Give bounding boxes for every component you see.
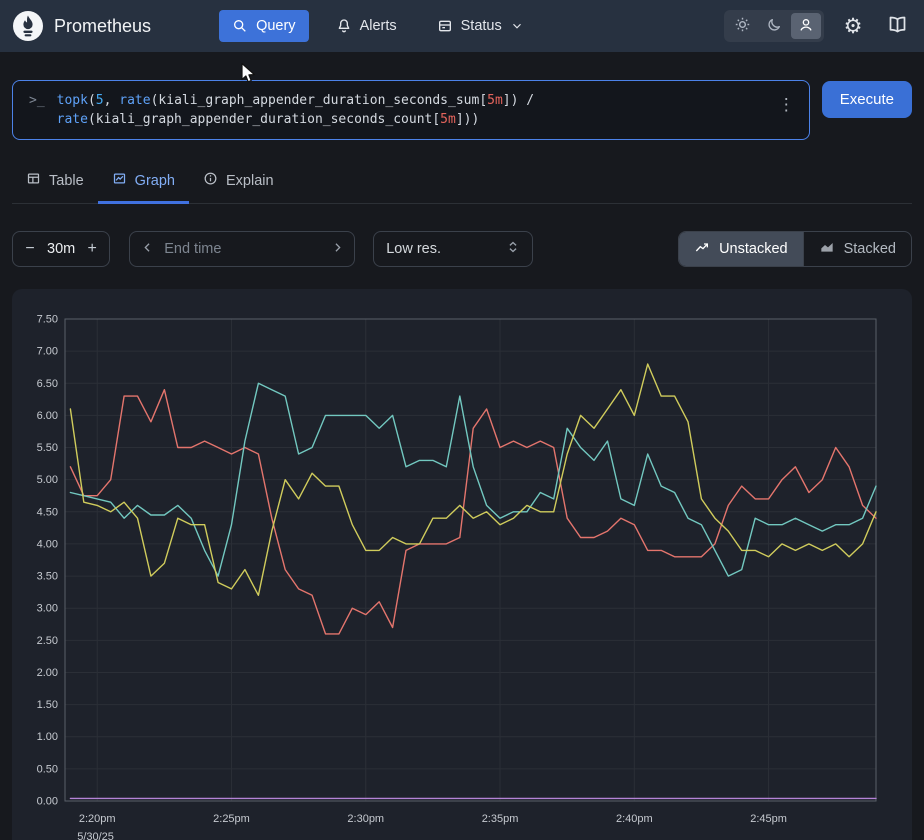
time-forward-button[interactable] [320,233,354,265]
info-icon [203,171,218,190]
graph-panel: 0.00 0.50 1.00 1.50 2.00 2.50 3.00 3.50 4.00 4.50… [12,289,912,840]
dark-theme-button[interactable] [759,13,789,39]
unstacked-label: Unstacked [719,241,788,257]
light-theme-button[interactable] [727,13,757,39]
unstacked-button[interactable]: Unstacked [679,232,803,266]
stacked-area-icon [819,239,835,259]
nav-status-button[interactable]: Status [424,10,537,42]
svg-text:7.50: 7.50 [37,314,58,326]
tab-graph-label: Graph [135,173,175,189]
search-icon [232,18,248,34]
graph-icon [112,171,127,190]
theme-toggle [724,10,824,42]
range-increase-button[interactable]: + [79,233,105,265]
prometheus-logo[interactable] [12,10,44,42]
resolution-value: Low res. [386,241,441,257]
svg-text:7.00: 7.00 [37,346,58,358]
svg-text:4.50: 4.50 [37,506,58,518]
gear-icon: ⚙ [844,16,863,37]
svg-text:3.00: 3.00 [37,603,58,615]
time-back-button[interactable] [130,233,164,265]
navbar-right: ⚙ [724,10,912,42]
svg-text:2.50: 2.50 [37,635,58,647]
nav-alerts-button[interactable]: Alerts [323,10,410,42]
execute-button[interactable]: Execute [822,81,912,118]
svg-text:2:35pm: 2:35pm [482,813,519,825]
svg-text:5.00: 5.00 [37,474,58,486]
select-chevrons-icon [506,240,520,258]
svg-text:0.50: 0.50 [37,763,58,775]
tab-table[interactable]: Table [12,162,98,204]
tab-explain[interactable]: Explain [189,162,288,204]
end-time-input[interactable] [164,241,320,257]
svg-text:2:40pm: 2:40pm [616,813,653,825]
graph-controls: − 30m + Low res. Unstacked [12,231,912,267]
system-theme-button[interactable] [791,13,821,39]
nav-query-button[interactable]: Query [219,10,309,42]
svg-text:2:25pm: 2:25pm [213,813,250,825]
svg-text:2:30pm: 2:30pm [347,813,384,825]
tab-graph[interactable]: Graph [98,162,189,204]
sun-icon [734,16,751,36]
stacking-toggle: Unstacked Stacked [678,231,912,267]
tab-explain-label: Explain [226,173,274,189]
chevron-left-icon [140,240,155,258]
user-icon [798,17,814,36]
svg-text:5/30/25: 5/30/25 [77,831,114,840]
svg-text:3.50: 3.50 [37,571,58,583]
query-expression-editor[interactable]: >_ topk(5, rate(kiali_graph_appender_dur… [12,80,810,140]
book-icon [887,14,908,38]
navbar-left: Prometheus Query Alerts Status [12,10,537,42]
end-time-picker [129,231,355,267]
resolution-select[interactable]: Low res. [373,231,533,267]
primary-nav: Query Alerts Status [219,10,537,42]
navbar: Prometheus Query Alerts Status [0,0,924,52]
svg-text:0.00: 0.00 [37,796,58,808]
line-chart[interactable]: 0.00 0.50 1.00 1.50 2.00 2.50 3.00 3.50 4.00 4.50… [28,303,896,840]
chevron-right-icon [330,240,345,258]
svg-text:2:45pm: 2:45pm [750,813,787,825]
svg-text:1.00: 1.00 [37,731,58,743]
bell-icon [336,18,352,34]
svg-text:5.50: 5.50 [37,442,58,454]
result-tabs: Table Graph Explain [12,162,912,204]
stacked-button[interactable]: Stacked [803,232,911,266]
svg-text:4.00: 4.00 [37,538,58,550]
query-row: >_ topk(5, rate(kiali_graph_appender_dur… [12,80,912,140]
server-stack-icon [437,18,453,34]
nav-alerts-label: Alerts [360,18,397,34]
docs-button[interactable] [882,11,912,41]
app-title: Prometheus [54,16,151,37]
editor-menu-button[interactable]: ⋮ [778,95,795,115]
terminal-prompt-icon: >_ [29,93,45,108]
settings-button[interactable]: ⚙ [838,11,868,41]
trend-line-icon [694,239,710,259]
chevron-down-icon [510,19,524,33]
svg-text:2:20pm: 2:20pm [79,813,116,825]
svg-text:2.00: 2.00 [37,667,58,679]
svg-text:6.50: 6.50 [37,378,58,390]
range-value[interactable]: 30m [43,241,79,257]
nav-status-label: Status [461,18,502,34]
svg-text:1.50: 1.50 [37,699,58,711]
nav-query-label: Query [256,18,296,34]
svg-text:6.00: 6.00 [37,410,58,422]
range-stepper: − 30m + [12,231,110,267]
table-icon [26,171,41,190]
tab-table-label: Table [49,173,84,189]
range-decrease-button[interactable]: − [17,233,43,265]
prometheus-logo-icon [12,10,44,42]
promql-expression[interactable]: topk(5, rate(kiali_graph_appender_durati… [57,91,770,129]
stacked-label: Stacked [844,241,896,257]
moon-icon [766,17,782,36]
